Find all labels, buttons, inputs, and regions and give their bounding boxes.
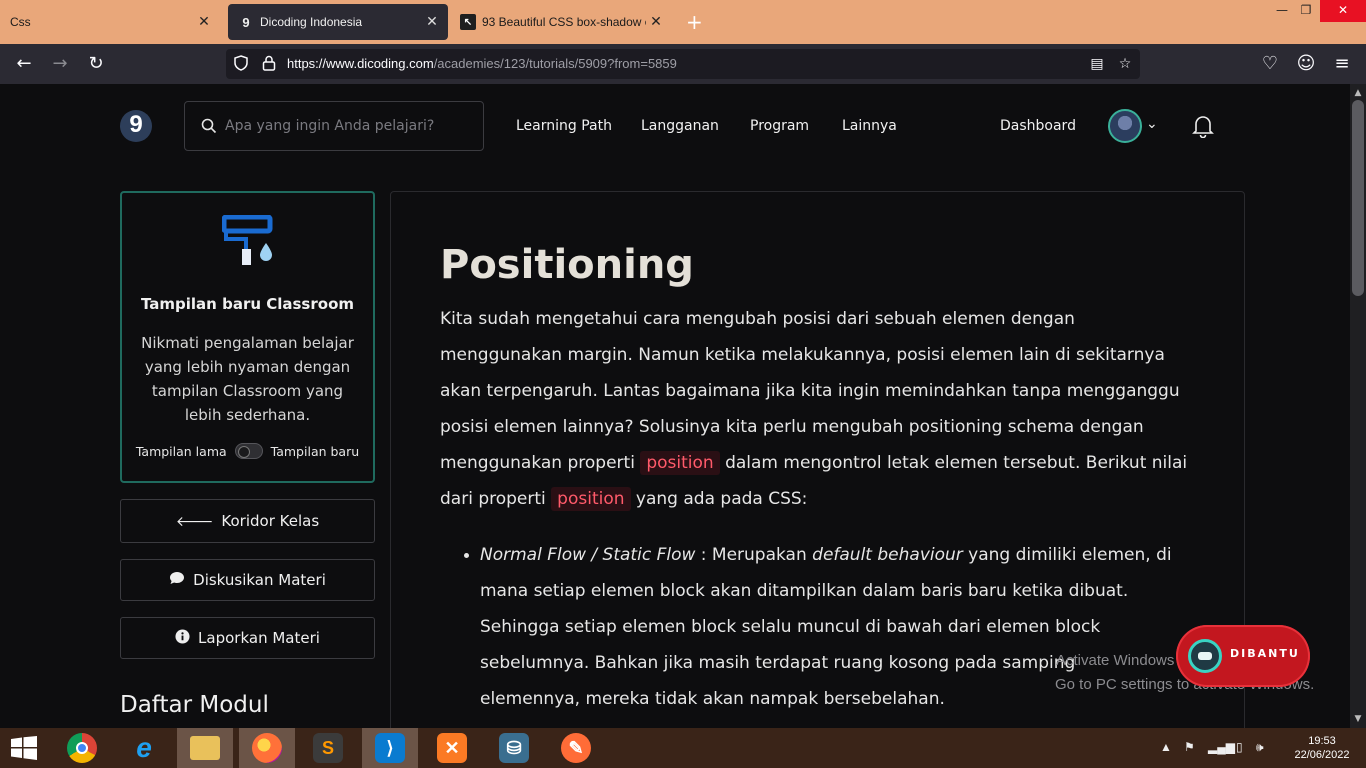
laporkan-materi-button[interactable]: Laporkan Materi: [120, 617, 375, 659]
nav-lainnya[interactable]: Lainnya: [842, 118, 897, 134]
taskbar-clock[interactable]: 19:53 22/06/2022: [1292, 734, 1352, 762]
toggle-label-old: Tampilan lama: [135, 443, 227, 459]
clock-date: 22/06/2022: [1294, 749, 1350, 761]
card-description: Nikmati pengalaman belajar yang lebih ny…: [141, 334, 354, 424]
tab-title: 93 Beautiful CSS box-shadow ex: [482, 15, 646, 29]
tab-title: Dicoding Indonesia: [260, 15, 363, 29]
new-tab-plus-icon[interactable]: +: [686, 10, 703, 34]
mysql-workbench-taskbar-icon[interactable]: ⛁: [486, 728, 542, 768]
scroll-up-icon[interactable]: ▲: [1350, 86, 1366, 100]
chevron-down-icon[interactable]: ⌄: [1146, 116, 1158, 132]
pocket-icon[interactable]: ♡: [1258, 52, 1282, 76]
volume-icon[interactable]: 🕪: [1256, 740, 1264, 755]
button-label: Diskusikan Materi: [193, 571, 326, 589]
windows-start-icon[interactable]: [10, 736, 38, 760]
nav-learning-path[interactable]: Learning Path: [516, 118, 612, 134]
internet-explorer-taskbar-icon[interactable]: e: [116, 728, 172, 768]
nav-program[interactable]: Program: [750, 118, 809, 134]
clock-time: 19:53: [1308, 735, 1336, 747]
activate-windows-title: Activate Windows: [1056, 652, 1175, 669]
reader-view-icon[interactable]: ▤: [1088, 55, 1106, 73]
info-circle-icon: [175, 628, 190, 648]
bell-icon[interactable]: [1192, 114, 1214, 139]
vscode-taskbar-icon[interactable]: ⟩: [362, 728, 418, 768]
browser-tab-bar: Css ✕ 9 Dicoding Indonesia ✕ ↖ 93 Beauti…: [0, 0, 1366, 44]
url-text[interactable]: https://www.dicoding.com/academies/123/t…: [287, 56, 677, 71]
battery-icon[interactable]: ▯: [1236, 740, 1243, 754]
list-text: : Merupakan: [695, 545, 813, 565]
para-text: yang ada pada CSS:: [635, 489, 808, 509]
search-box[interactable]: [184, 101, 484, 151]
scrollbar-thumb[interactable]: [1352, 100, 1364, 296]
network-icon[interactable]: ⚑: [1184, 740, 1195, 754]
forward-arrow-icon[interactable]: →: [48, 52, 72, 76]
tray-chevron-up-icon[interactable]: ▲: [1160, 740, 1172, 754]
lock-icon[interactable]: [260, 55, 278, 73]
paint-roller-icon: [221, 214, 278, 271]
toggle-label-new: Tampilan baru: [270, 443, 360, 459]
list-emphasis: default behaviour: [812, 545, 963, 565]
article-title: Positioning: [440, 242, 694, 288]
chrome-taskbar-icon[interactable]: [54, 728, 110, 768]
classroom-promo-card: Tampilan baru Classroom Nikmati pengalam…: [120, 191, 375, 483]
dicoding-logo-icon: 9: [242, 14, 250, 30]
reload-icon[interactable]: ↻: [84, 52, 108, 76]
tab-close-icon[interactable]: ✕: [648, 13, 664, 30]
inline-code: position: [640, 451, 720, 475]
search-input[interactable]: [225, 116, 465, 136]
scroll-down-icon[interactable]: ▼: [1350, 712, 1366, 726]
back-arrow-icon[interactable]: ←: [12, 52, 36, 76]
profile-icon[interactable]: ☺: [1294, 52, 1318, 76]
url-path: /academies/123/tutorials/5909?from=5859: [433, 56, 677, 71]
chat-bubble-icon: [169, 571, 185, 589]
chat-label: DIBANTU: [1230, 647, 1300, 660]
koridor-kelas-button[interactable]: 🡐 Koridor Kelas: [120, 499, 375, 543]
file-explorer-taskbar-icon[interactable]: [177, 728, 233, 768]
address-bar[interactable]: https://www.dicoding.com/academies/123/t…: [226, 49, 1140, 79]
search-icon: [201, 118, 217, 134]
article-paragraph: Kita sudah mengetahui cara mengubah posi…: [440, 301, 1200, 517]
card-title: Tampilan baru Classroom: [140, 295, 355, 313]
button-label: Laporkan Materi: [198, 629, 320, 647]
nav-langganan[interactable]: Langganan: [641, 118, 719, 134]
para-text: Kita sudah mengetahui cara mengubah posi…: [440, 309, 1180, 473]
page-content: 9 Learning Path Langganan Program Lainny…: [0, 84, 1350, 728]
inline-code: position: [551, 487, 631, 511]
window-close-icon[interactable]: ✕: [1320, 0, 1366, 22]
tab-title: Css: [10, 15, 31, 29]
tab-close-icon[interactable]: ✕: [424, 13, 440, 30]
avatar[interactable]: [1108, 109, 1142, 143]
list-term: Normal Flow / Static Flow: [480, 545, 696, 565]
arrow-left-icon: 🡐: [175, 513, 214, 530]
view-toggle-row: Tampilan lama Tampilan baru: [122, 443, 373, 459]
shield-icon[interactable]: [232, 55, 250, 73]
tab-box-shadow[interactable]: ↖ 93 Beautiful CSS box-shadow ex ✕: [452, 4, 672, 40]
daftar-modul-heading: Daftar Modul: [120, 692, 269, 718]
cursor-icon: ↖: [460, 14, 476, 30]
button-label: Koridor Kelas: [221, 512, 320, 530]
signal-icon[interactable]: ▂▄▆: [1208, 740, 1235, 754]
restore-icon[interactable]: ❐: [1292, 0, 1320, 22]
xampp-taskbar-icon[interactable]: ✕: [424, 728, 480, 768]
view-toggle-switch[interactable]: [234, 443, 263, 459]
firefox-taskbar-icon[interactable]: [239, 728, 295, 768]
robot-icon: [1188, 639, 1222, 673]
windows-taskbar: e S ⟩ ✕ ⛁ ✎ ▲ ⚑ ▂▄▆ ▯ 🕪 19:53 22/06/2022: [0, 728, 1366, 768]
tab-close-icon[interactable]: ✕: [196, 13, 212, 30]
dicoding-logo[interactable]: 9: [120, 110, 152, 142]
url-host: https://www.dicoding.com: [287, 56, 434, 71]
article-panel: Positioning Kita sudah mengetahui cara m…: [390, 191, 1245, 728]
list-bullet: [464, 553, 469, 558]
tab-dicoding[interactable]: 9 Dicoding Indonesia ✕: [228, 4, 448, 40]
menu-hamburger-icon[interactable]: ≡: [1330, 52, 1354, 76]
tab-css[interactable]: Css ✕: [4, 4, 220, 40]
diskusikan-materi-button[interactable]: Diskusikan Materi: [120, 559, 375, 601]
bookmark-star-icon[interactable]: ☆: [1116, 55, 1134, 73]
postman-taskbar-icon[interactable]: ✎: [548, 728, 604, 768]
nav-dashboard[interactable]: Dashboard: [1000, 118, 1076, 134]
sublime-text-taskbar-icon[interactable]: S: [300, 728, 356, 768]
dibantu-chat-button[interactable]: DIBANTU: [1176, 625, 1310, 687]
